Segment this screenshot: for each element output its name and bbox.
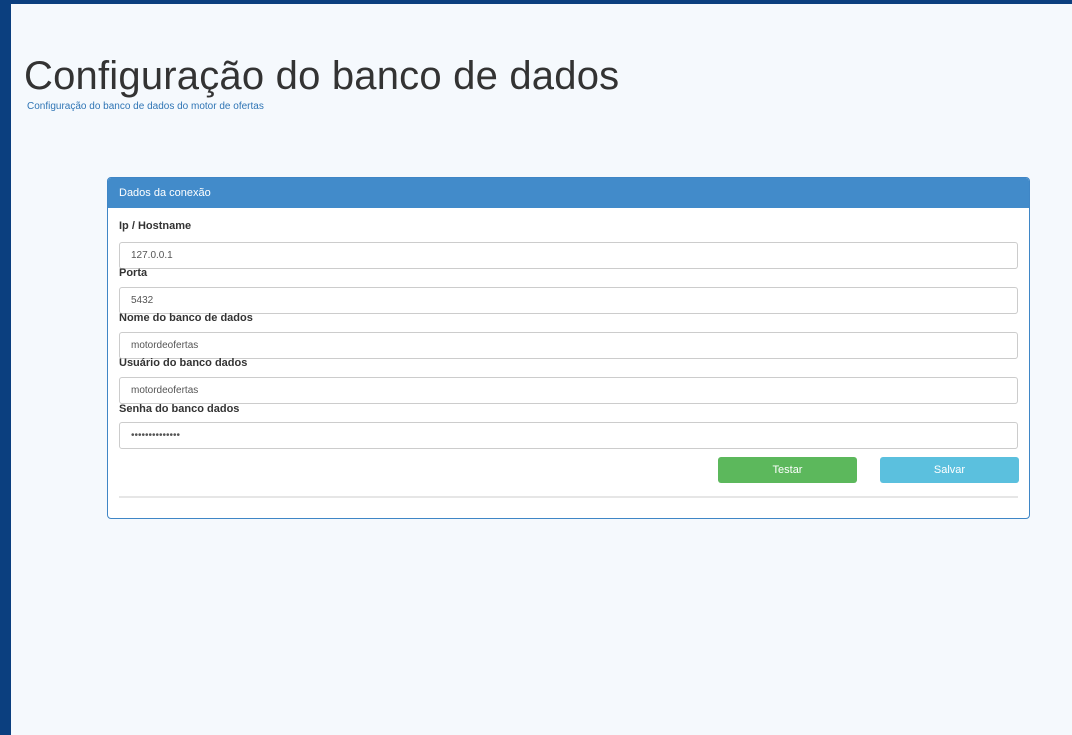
page-title: Configuração do banco de dados [24,54,620,98]
port-label: Porta [119,267,148,279]
database-user-input[interactable] [119,377,1018,404]
hostname-label: Ip / Hostname [119,220,192,232]
panel-heading: Dados da conexão [108,178,1029,208]
page-frame: Configuração do banco de dados Configura… [0,0,1072,735]
database-password-label: Senha do banco dados [119,403,240,415]
database-password-input[interactable] [119,422,1018,449]
test-button[interactable]: Testar [718,457,857,483]
divider [119,496,1018,498]
save-button[interactable]: Salvar [880,457,1019,483]
database-name-input[interactable] [119,332,1018,359]
connection-panel: Dados da conexão Ip / Hostname Porta Nom… [107,177,1030,519]
database-user-label: Usuário do banco dados [119,357,248,369]
hostname-input[interactable] [119,242,1018,269]
database-name-label: Nome do banco de dados [119,312,253,324]
port-input[interactable] [119,287,1018,314]
page-subtitle: Configuração do banco de dados do motor … [27,101,264,112]
